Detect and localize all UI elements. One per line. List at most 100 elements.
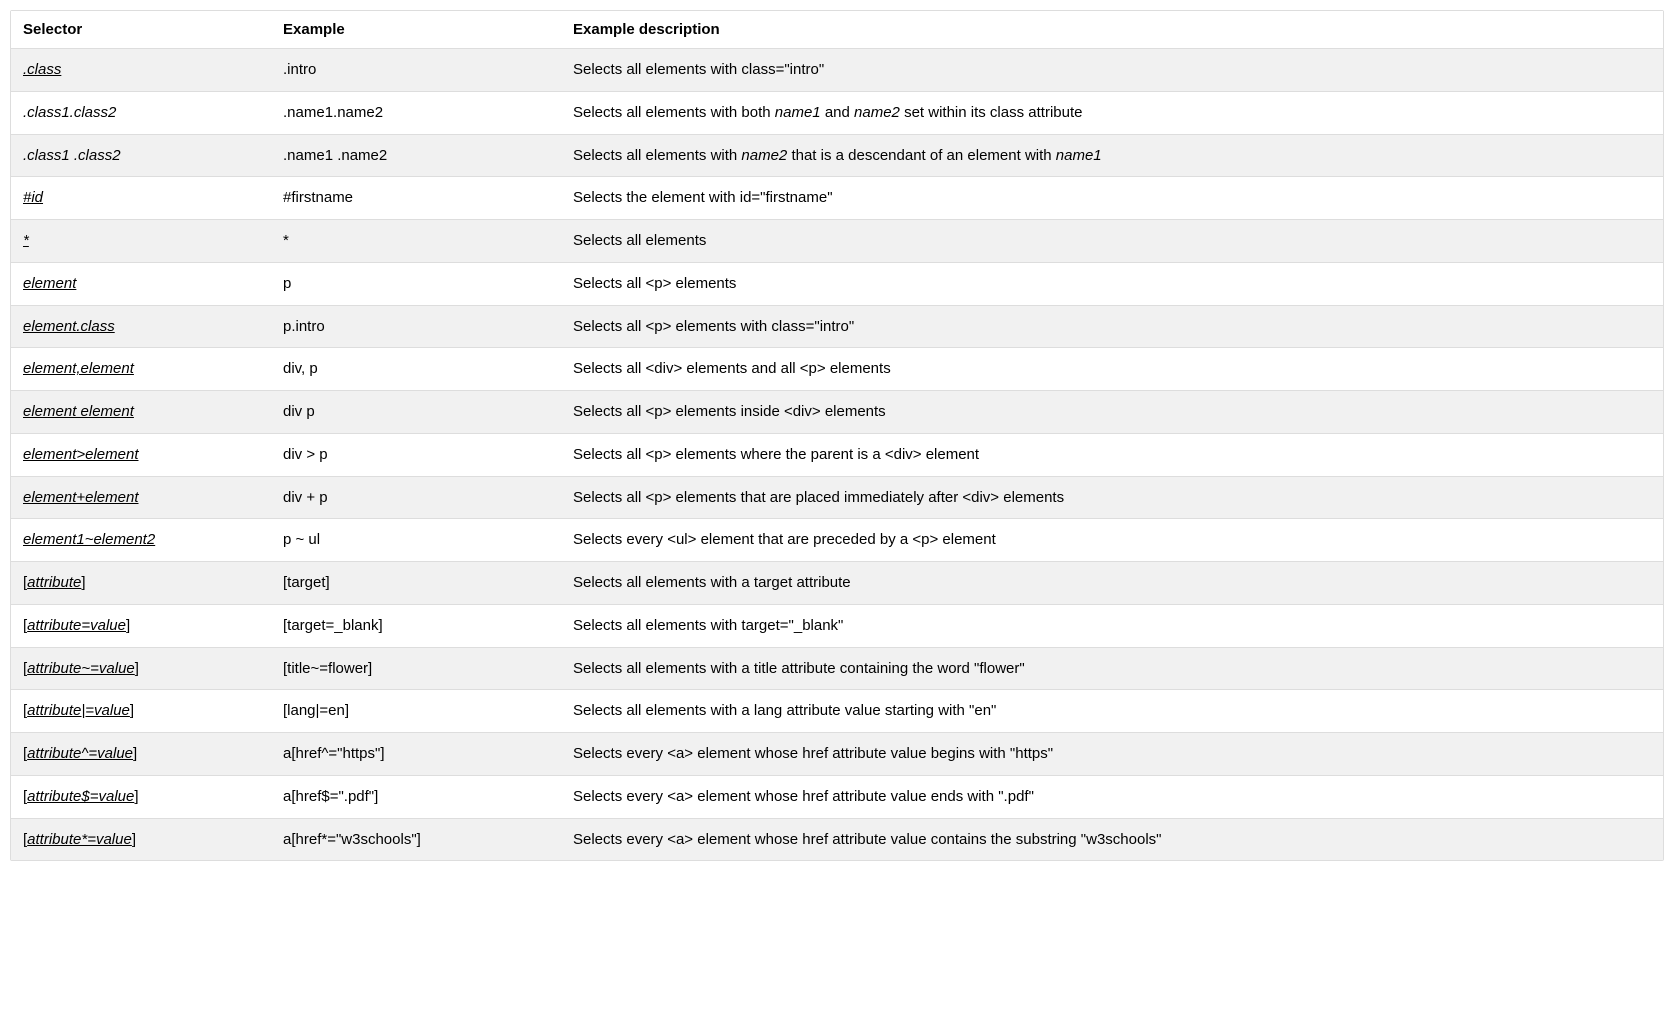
table-row: element pSelects all <p> elements [11,262,1663,305]
cell-example: div + p [271,476,561,519]
cell-description: Selects all elements with both name1 and… [561,91,1663,134]
selector-bracket: ] [133,745,137,762]
table-row: element>element div > pSelects all <p> el… [11,433,1663,476]
cell-example: .intro [271,49,561,92]
cell-description: Selects all <p> elements [561,262,1663,305]
cell-description: Selects all <p> elements where the paren… [561,433,1663,476]
selector-text: .class1.class2 [23,104,116,121]
cell-example: .name1.name2 [271,91,561,134]
table-row: [attribute$=value]a[href$=".pdf"]Selects… [11,775,1663,818]
cell-selector: .class1 .class2 [11,134,271,177]
cell-description: Selects all elements with class="intro" [561,49,1663,92]
table-body: .class .introSelects all elements with cl… [11,49,1663,861]
selector-bracket: ] [126,617,130,634]
cell-description: Selects all elements with target="_blank… [561,604,1663,647]
cell-example: * [271,220,561,263]
cell-selector: * [11,220,271,263]
cell-selector: [attribute^=value] [11,733,271,776]
cell-description: Selects the element with id="firstname" [561,177,1663,220]
cell-description: Selects every <a> element whose href att… [561,733,1663,776]
cell-selector: [attribute|=value] [11,690,271,733]
cell-selector: element [11,262,271,305]
cell-selector: [attribute*=value] [11,818,271,860]
cell-description: Selects all elements with name2 that is … [561,134,1663,177]
cell-example: [title~=flower] [271,647,561,690]
cell-example: p [271,262,561,305]
table-row: element+element div + pSelects all <p> el… [11,476,1663,519]
selectors-table-wrap: Selector Example Example description .cl… [10,10,1664,861]
selector-link[interactable]: element.class [23,318,115,335]
cell-description: Selects all <p> elements with class="int… [561,305,1663,348]
cell-selector: element,element [11,348,271,391]
cell-description: Selects every <a> element whose href att… [561,775,1663,818]
cell-selector: .class [11,49,271,92]
selector-link[interactable]: attribute=value [27,617,126,634]
cell-selector: element+element [11,476,271,519]
selector-link[interactable]: element [23,275,76,292]
cell-selector: .class1.class2 [11,91,271,134]
selector-link[interactable]: attribute~=value [27,660,135,677]
cell-example: div p [271,391,561,434]
selector-link[interactable]: attribute$=value [27,788,134,805]
cell-selector: element element [11,391,271,434]
selector-link[interactable]: attribute|=value [27,702,130,719]
cell-example: p ~ ul [271,519,561,562]
cell-selector: #id [11,177,271,220]
table-row: [attribute~=value][title~=flower]Selects… [11,647,1663,690]
selector-bracket: ] [130,702,134,719]
selector-link[interactable]: element1~element2 [23,531,155,548]
cell-example: a[href*="w3schools"] [271,818,561,860]
selector-link[interactable]: element,element [23,360,134,377]
cell-example: a[href$=".pdf"] [271,775,561,818]
selector-link[interactable]: element+element [23,489,139,506]
cell-selector: element1~element2 [11,519,271,562]
selector-link[interactable]: .class [23,61,61,78]
cell-description: Selects all <p> elements that are placed… [561,476,1663,519]
cell-description: Selects every <ul> element that are prec… [561,519,1663,562]
table-row: [attribute*=value]a[href*="w3schools"]Se… [11,818,1663,860]
cell-example: [target] [271,562,561,605]
selector-link[interactable]: element>element [23,446,139,463]
cell-description: Selects all elements with a title attrib… [561,647,1663,690]
cell-example: a[href^="https"] [271,733,561,776]
cell-description: Selects every <a> element whose href att… [561,818,1663,860]
cell-example: [lang|=en] [271,690,561,733]
selector-bracket: ] [132,831,136,848]
cell-example: div > p [271,433,561,476]
selector-link[interactable]: attribute [27,574,81,591]
selector-link[interactable]: #id [23,189,43,206]
cell-description: Selects all <p> elements inside <div> el… [561,391,1663,434]
cell-selector: [attribute~=value] [11,647,271,690]
table-row: element,elementdiv, pSelects all <div> e… [11,348,1663,391]
table-header-row: Selector Example Example description [11,11,1663,49]
cell-example: [target=_blank] [271,604,561,647]
selector-link[interactable]: element element [23,403,134,420]
selector-text: .class1 .class2 [23,147,121,164]
selectors-table: Selector Example Example description .cl… [11,11,1663,860]
table-row: [attribute|=value][lang|=en]Selects all … [11,690,1663,733]
table-row: .class1 .class2 .name1 .name2Selects all … [11,134,1663,177]
header-selector: Selector [11,11,271,49]
header-example: Example [271,11,561,49]
table-row: .class1.class2 .name1.name2Selects all el… [11,91,1663,134]
selector-link[interactable]: attribute^=value [27,745,133,762]
table-row: element1~element2 p ~ ulSelects every <ul… [11,519,1663,562]
table-row: [attribute=value][target=_blank]Selects … [11,604,1663,647]
cell-description: Selects all elements [561,220,1663,263]
table-row: .class .introSelects all elements with cl… [11,49,1663,92]
table-row: [attribute][target]Selects all elements … [11,562,1663,605]
header-desc: Example description [561,11,1663,49]
cell-example: .name1 .name2 [271,134,561,177]
cell-description: Selects all elements with a lang attribu… [561,690,1663,733]
selector-bracket: ] [135,660,139,677]
selector-link[interactable]: attribute*=value [27,831,132,848]
table-row: **Selects all elements [11,220,1663,263]
selector-link[interactable]: * [23,232,29,249]
cell-selector: element.class [11,305,271,348]
cell-example: #firstname [271,177,561,220]
cell-selector: [attribute$=value] [11,775,271,818]
cell-selector: [attribute=value] [11,604,271,647]
cell-description: Selects all elements with a target attri… [561,562,1663,605]
table-row: [attribute^=value]a[href^="https"]Select… [11,733,1663,776]
table-row: element.classp.introSelects all <p> elem… [11,305,1663,348]
